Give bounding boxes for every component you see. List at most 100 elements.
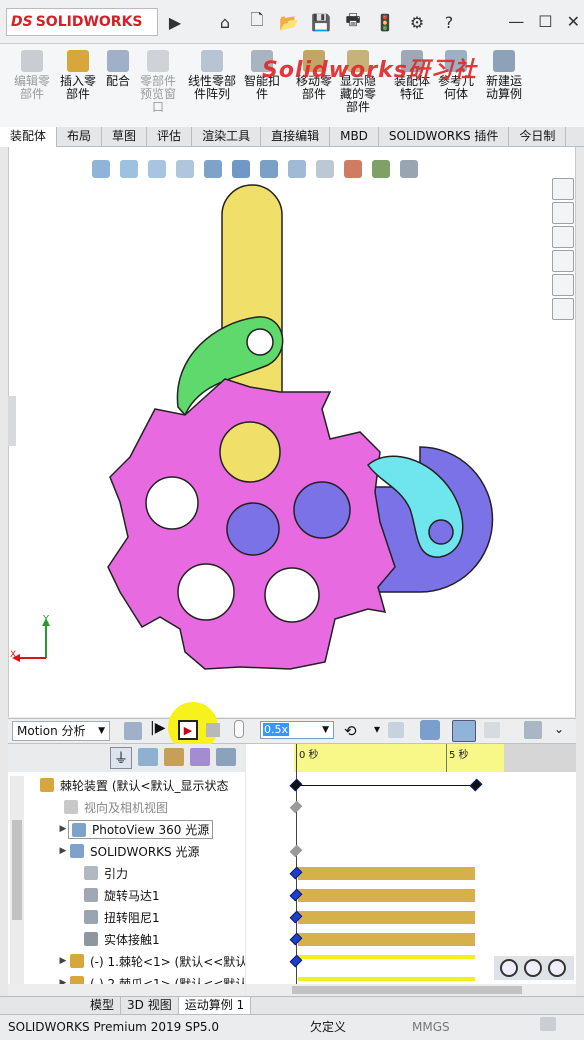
tree-item-assembly[interactable]: ▼棘轮装置 (默认<默认_显示状态 <box>8 774 229 796</box>
component-preview-button[interactable]: 零部件 预览窗 口 <box>140 50 176 114</box>
play-button[interactable]: ▶ <box>178 720 198 740</box>
expand-arrow-icon[interactable]: ▶ <box>56 846 70 856</box>
options-gear-icon[interactable]: ⚙ <box>406 9 428 35</box>
tree-item-label: (-) 1.棘轮<1> (默认<<默认 <box>90 954 245 969</box>
tree-item-label: 旋转马达1 <box>104 888 160 903</box>
edit-component-icon <box>21 50 43 72</box>
zoom-to-fit-icon[interactable] <box>500 959 518 977</box>
study-type-select[interactable]: Motion 分析 ▼ <box>12 721 110 741</box>
tree-horizontal-scrollbar[interactable] <box>8 984 245 996</box>
autokey-icon[interactable] <box>452 720 476 742</box>
tree-item-views-cameras[interactable]: 视向及相机视图 <box>64 796 168 818</box>
filter-driving-icon[interactable] <box>164 748 184 766</box>
status-bar: SOLIDWORKS Premium 2019 SP5.0 欠定义 MMGS <box>0 1014 584 1040</box>
tab-evaluate[interactable]: 评估 <box>147 127 193 147</box>
scrollbar-thumb[interactable] <box>292 986 522 994</box>
insert-component-button[interactable]: 插入零 部件 <box>60 50 96 101</box>
tree-item-label: 实体接触1 <box>104 932 160 947</box>
filter-icon[interactable]: ⏚ <box>110 747 132 769</box>
wheel-hole-bottom-left <box>177 563 235 621</box>
status-units[interactable]: MMGS <box>412 1016 450 1038</box>
timeline-bar-ratchet[interactable] <box>298 955 475 959</box>
play-from-start-icon[interactable]: |▶ <box>150 720 165 736</box>
mate-button[interactable]: 配合 <box>106 50 130 88</box>
timeline-bar-damper[interactable] <box>298 911 475 924</box>
tree-item-ratchet[interactable]: ▶ (-) 1.棘轮<1> (默认<<默认 <box>56 950 245 972</box>
filter-results-icon[interactable] <box>216 748 236 766</box>
add-update-key-icon[interactable] <box>484 722 500 738</box>
new-motion-study-button[interactable]: 新建运 动算例 <box>486 50 522 101</box>
tree-item-solid-contact[interactable]: 实体接触1 <box>84 928 160 950</box>
motion-study-properties-icon[interactable] <box>524 721 542 739</box>
expand-menu-arrow-icon[interactable]: ▶ <box>166 9 184 35</box>
timeline-slider-icon[interactable] <box>234 720 244 738</box>
tab-assembly[interactable]: 装配体 <box>0 127 58 147</box>
wheel-hole-left <box>145 476 199 530</box>
gravity-icon <box>84 866 98 880</box>
tree-vertical-scrollbar[interactable] <box>10 776 24 988</box>
tab-model[interactable]: 模型 <box>84 997 122 1014</box>
tree-item-rotary-motor[interactable]: 旋转马达1 <box>84 884 160 906</box>
linear-pattern-button[interactable]: 线性零部 件阵列 <box>188 50 236 101</box>
playback-mode-chevron-icon[interactable]: ▾ <box>374 722 380 736</box>
close-icon[interactable]: ✕ <box>567 12 580 31</box>
timeline-ruler[interactable] <box>294 744 504 772</box>
filter-selected-icon[interactable] <box>190 748 210 766</box>
home-icon[interactable]: ⌂ <box>214 9 236 35</box>
tab-render-tools[interactable]: 渲染工具 <box>192 127 262 147</box>
tree-item-gravity[interactable]: 引力 <box>84 862 128 884</box>
expand-arrow-icon[interactable]: ▶ <box>56 956 70 966</box>
bottom-tabs: 模型 3D 视图 运动算例 1 <box>0 996 584 1014</box>
playback-mode-loop-icon[interactable]: ⟲ <box>344 722 357 740</box>
filter-animated-icon[interactable] <box>138 748 158 766</box>
tab-solidworks-addins[interactable]: SOLIDWORKS 插件 <box>379 127 510 147</box>
print-icon[interactable]: 🖶 <box>342 9 364 35</box>
save-icon[interactable]: 💾 <box>310 9 332 35</box>
wheel-hole-top <box>219 421 281 483</box>
ratchet-model[interactable] <box>0 147 584 717</box>
animation-wizard-icon[interactable] <box>420 720 440 740</box>
tab-direct-editing[interactable]: 直接编辑 <box>261 127 331 147</box>
playback-speed-select[interactable]: 0.5x ▼ <box>260 721 334 739</box>
lights-icon <box>70 844 84 858</box>
cyan-pawl-hole <box>428 519 454 545</box>
zoom-in-icon[interactable] <box>524 959 542 977</box>
rebuild-traffic-light-icon[interactable]: 🚦 <box>374 9 396 35</box>
solidworks-logo[interactable]: DS SOLIDWORKS <box>6 8 158 36</box>
new-document-icon[interactable]: 🗋 <box>246 9 268 35</box>
scrollbar-thumb[interactable] <box>12 820 22 920</box>
quick-tips-icon[interactable] <box>540 1017 556 1031</box>
assembly-icon <box>40 778 54 792</box>
tree-item-box: PhotoView 360 光源 <box>68 819 214 839</box>
tab-today[interactable]: 今日制 <box>509 127 567 147</box>
maximize-icon[interactable]: ☐ <box>538 12 552 31</box>
stop-icon[interactable] <box>206 723 220 737</box>
edit-component-button[interactable]: 编辑零 部件 <box>14 50 50 101</box>
tab-3d-views[interactable]: 3D 视图 <box>121 997 179 1014</box>
timeline-horizontal-scrollbar[interactable] <box>246 984 576 996</box>
tab-motion-study-1[interactable]: 运动算例 1 <box>178 997 252 1014</box>
tree-item-torsional-damper[interactable]: 扭转阻尼1 <box>84 906 160 928</box>
playback-speed-value: 0.5x <box>263 723 290 736</box>
collapse-chevron-icon[interactable]: ⌄ <box>554 722 564 736</box>
tree-item-photoview-lights[interactable]: ▶ PhotoView 360 光源 <box>56 818 214 840</box>
zoom-out-icon[interactable] <box>548 959 566 977</box>
tab-layout[interactable]: 布局 <box>57 127 103 147</box>
timeline-bar-pawl[interactable] <box>298 977 475 981</box>
timeline-bar-gravity[interactable] <box>298 867 475 880</box>
tab-sketch[interactable]: 草图 <box>102 127 148 147</box>
tree-item-label: PhotoView 360 光源 <box>92 822 210 837</box>
camera-icon <box>64 800 78 814</box>
timeline-bar-motor[interactable] <box>298 889 475 902</box>
tree-item-solidworks-lights[interactable]: ▶ SOLIDWORKS 光源 <box>56 840 199 862</box>
minimize-icon[interactable]: — <box>508 12 524 31</box>
open-folder-icon[interactable]: 📂 <box>278 9 300 35</box>
tab-nav-arrows[interactable] <box>0 997 84 1014</box>
tab-mbd[interactable]: MBD <box>330 127 379 147</box>
ruler-label-0: 0 秒 <box>299 750 319 761</box>
help-icon[interactable]: ? <box>438 9 460 35</box>
timeline-bar-contact[interactable] <box>298 933 475 946</box>
calculate-icon[interactable] <box>124 722 142 740</box>
linear-pattern-icon <box>201 50 223 72</box>
save-animation-icon[interactable] <box>388 722 404 738</box>
